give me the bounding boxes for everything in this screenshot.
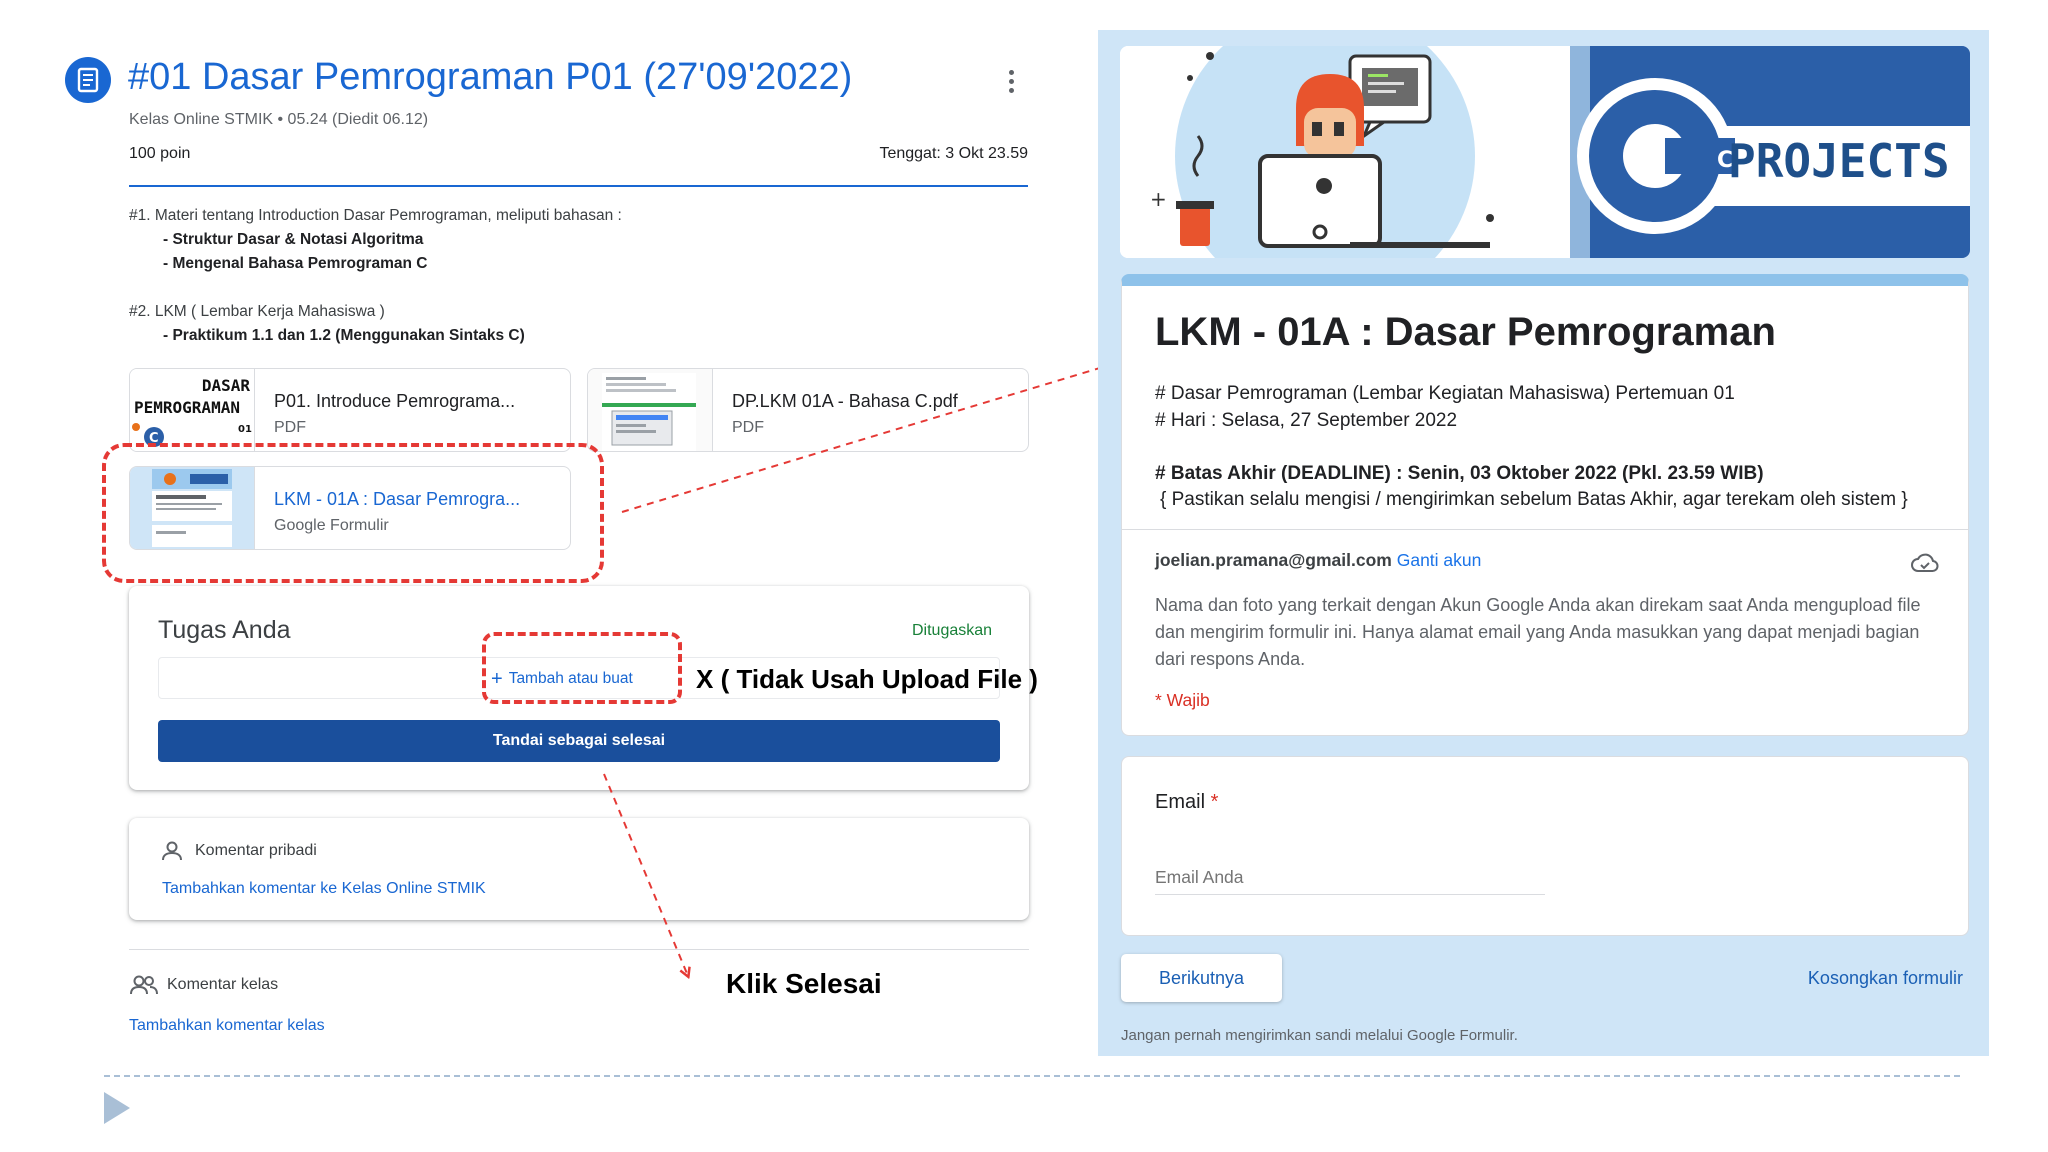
- form-description-line: # Dasar Pemrograman (Lembar Kegiatan Mah…: [1155, 383, 1735, 404]
- switch-account-link[interactable]: Ganti akun: [1397, 550, 1482, 570]
- next-button[interactable]: Berikutnya: [1121, 954, 1282, 1002]
- account-info: joelian.pramana@gmail.com Ganti akun: [1155, 550, 1481, 571]
- arrow-to-done: [603, 773, 688, 976]
- form-privacy-info: Nama dan foto yang terkait dengan Akun G…: [1155, 595, 1921, 669]
- form-header-divider: [1121, 529, 1969, 530]
- account-email: joelian.pramana@gmail.com: [1155, 550, 1392, 570]
- form-deadline: # Batas Akhir (DEADLINE) : Senin, 03 Okt…: [1155, 463, 1764, 484]
- banner-text: PROJECTS: [1728, 134, 1950, 188]
- clear-form-button[interactable]: Kosongkan formulir: [1808, 968, 1963, 989]
- required-note: * Wajib: [1155, 690, 1210, 710]
- email-label-text: Email: [1155, 791, 1206, 813]
- arrow-to-form: [621, 358, 1133, 513]
- email-label: Email *: [1155, 791, 1218, 814]
- email-question-card: [1121, 756, 1969, 936]
- svg-text:+: +: [1150, 187, 1167, 211]
- form-banner: C++ PROJECTS +: [1120, 46, 1970, 258]
- slide-play-icon: [104, 1092, 130, 1124]
- form-title: LKM - 01A : Dasar Pemrograman: [1155, 310, 1776, 354]
- form-description-line: # Hari : Selasa, 27 September 2022: [1155, 410, 1458, 431]
- cloud-sync-icon: [1911, 552, 1939, 579]
- required-star: *: [1210, 791, 1219, 813]
- form-footer-note: Jangan pernah mengirimkan sandi melalui …: [1121, 1027, 1518, 1044]
- form-description-line: { Pastikan selalu mengisi / mengirimkan …: [1160, 489, 1908, 510]
- email-input[interactable]: [1155, 861, 1545, 895]
- slide-divider: [104, 1075, 1960, 1077]
